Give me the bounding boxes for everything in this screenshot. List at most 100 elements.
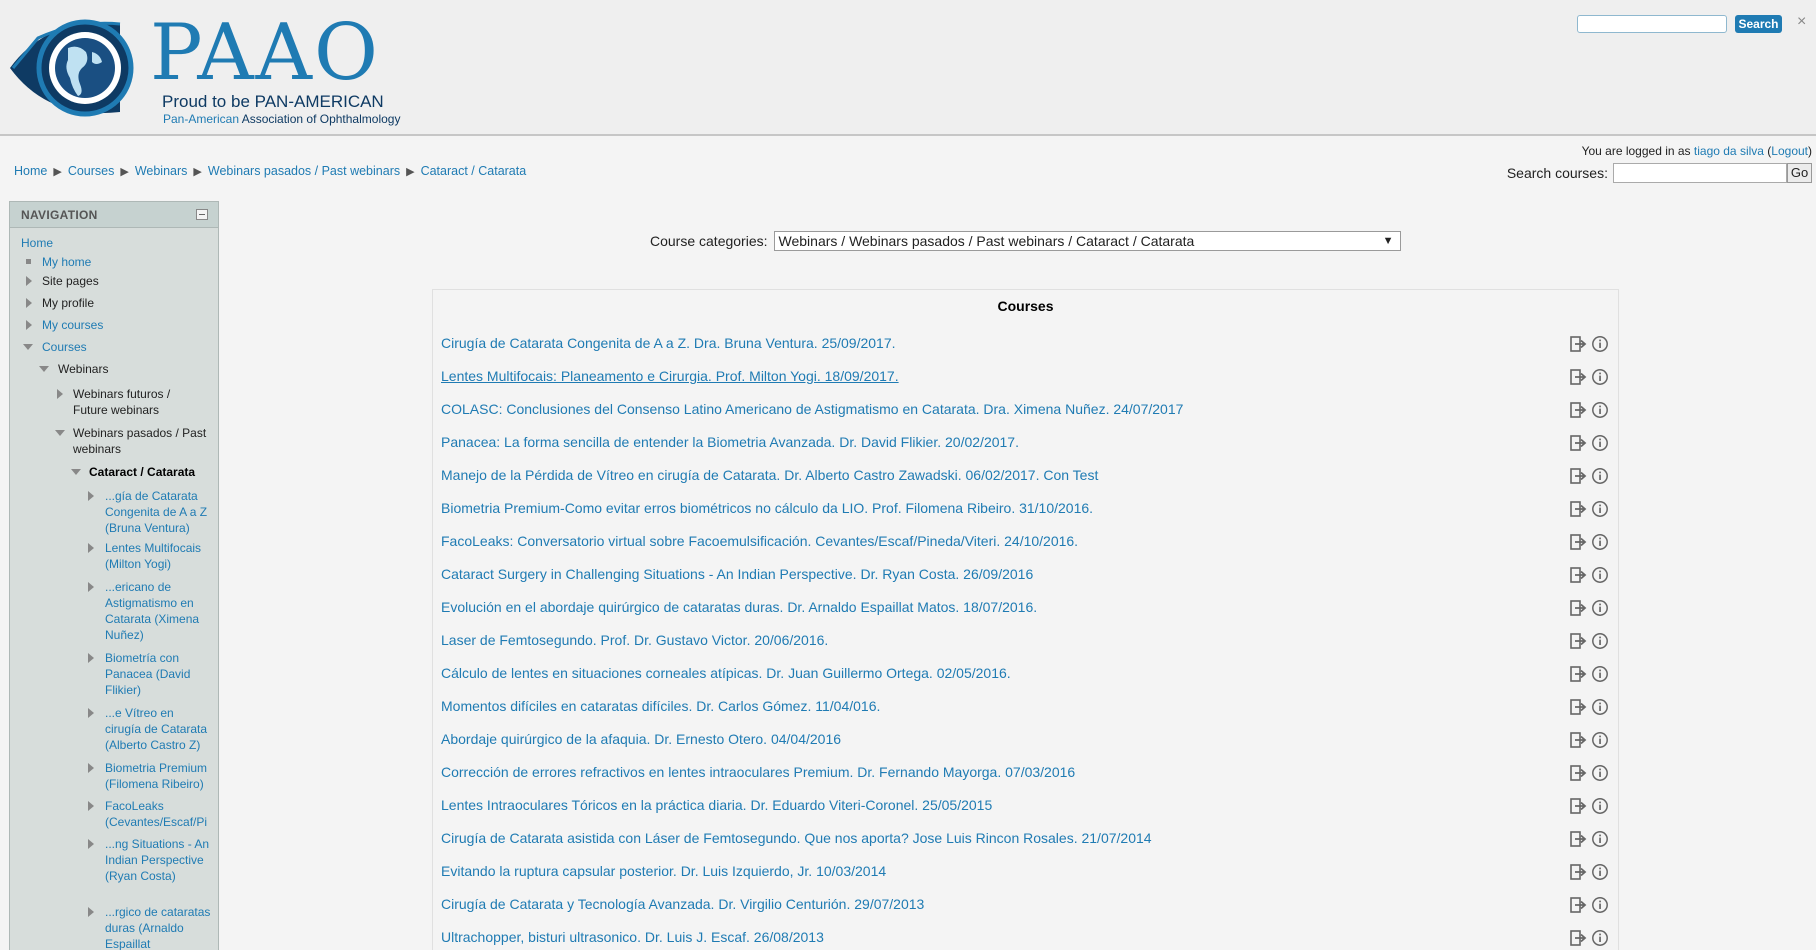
course-link[interactable]: Lentes Multifocais: Planeamento e Cirurg…	[441, 368, 899, 384]
course-link[interactable]: Cataract Surgery in Challenging Situatio…	[441, 566, 1033, 582]
breadcrumb-cataract[interactable]: Cataract / Catarata	[421, 164, 527, 178]
close-icon[interactable]: ×	[1797, 13, 1806, 31]
course-link[interactable]: Biometria Premium-Como evitar erros biom…	[441, 500, 1093, 516]
course-link[interactable]: Laser de Femtosegundo. Prof. Dr. Gustavo…	[441, 632, 828, 648]
nav-course-link[interactable]: ...gía de Catarata Congenita de A a Z (B…	[105, 489, 207, 535]
enrol-icon[interactable]	[1569, 368, 1587, 386]
enrol-icon[interactable]	[1569, 500, 1587, 518]
enrol-icon[interactable]	[1569, 533, 1587, 551]
nav-past-webinars[interactable]: Webinars pasados / Past webinars	[73, 425, 213, 457]
nav-course-item[interactable]: ...rgico de cataratas duras (Arnaldo Esp…	[105, 904, 215, 950]
nav-my-home[interactable]: My home	[42, 254, 91, 270]
course-link[interactable]: Abordaje quirúrgico de la afaquia. Dr. E…	[441, 731, 841, 747]
nav-course-item[interactable]: Biometría con Panacea (David Flikier)	[105, 650, 211, 698]
expand-arrow-icon[interactable]	[88, 491, 94, 501]
info-icon[interactable]	[1591, 797, 1609, 815]
info-icon[interactable]	[1591, 533, 1609, 551]
info-icon[interactable]	[1591, 764, 1609, 782]
nav-webinars[interactable]: Webinars	[58, 361, 108, 377]
course-link[interactable]: Cálculo de lentes en situaciones corneal…	[441, 665, 1011, 681]
nav-course-link[interactable]: ...ng Situations - An Indian Perspective…	[105, 837, 209, 883]
nav-cataract-label[interactable]: Cataract / Catarata	[89, 465, 195, 479]
info-icon[interactable]	[1591, 863, 1609, 881]
nav-cataract[interactable]: Cataract / Catarata	[89, 464, 195, 480]
header-search-button[interactable]: Search	[1735, 15, 1782, 33]
header-search-input[interactable]	[1577, 15, 1727, 33]
nav-my-courses[interactable]: My courses	[42, 317, 103, 333]
expand-arrow-icon[interactable]	[88, 653, 94, 663]
expand-arrow-icon[interactable]	[26, 276, 32, 286]
expand-arrow-icon[interactable]	[88, 708, 94, 718]
nav-courses-link[interactable]: Courses	[42, 340, 87, 354]
enrol-icon[interactable]	[1569, 797, 1587, 815]
nav-my-home-link[interactable]: My home	[42, 255, 91, 269]
nav-my-profile-label[interactable]: My profile	[42, 296, 94, 310]
nav-course-item[interactable]: Lentes Multifocais (Milton Yogi)	[105, 540, 211, 572]
breadcrumb-webinars[interactable]: Webinars	[135, 164, 188, 178]
nav-course-item[interactable]: ...gía de Catarata Congenita de A a Z (B…	[105, 488, 211, 536]
nav-future-webinars[interactable]: Webinars futuros / Future webinars	[73, 386, 203, 418]
enrol-icon[interactable]	[1569, 731, 1587, 749]
enrol-icon[interactable]	[1569, 632, 1587, 650]
course-link[interactable]: Manejo de la Pérdida de Vítreo en cirugí…	[441, 467, 1098, 483]
nav-course-item[interactable]: FacoLeaks (Cevantes/Escaf/Pi	[105, 798, 215, 830]
enrol-icon[interactable]	[1569, 434, 1587, 452]
expand-arrow-icon[interactable]	[88, 907, 94, 917]
info-icon[interactable]	[1591, 830, 1609, 848]
enrol-icon[interactable]	[1569, 665, 1587, 683]
breadcrumb-past-webinars[interactable]: Webinars pasados / Past webinars	[208, 164, 400, 178]
info-icon[interactable]	[1591, 698, 1609, 716]
nav-past-webinars-label[interactable]: Webinars pasados / Past webinars	[73, 426, 206, 456]
expand-arrow-icon[interactable]	[26, 298, 32, 308]
expand-arrow-icon[interactable]	[88, 763, 94, 773]
nav-my-profile[interactable]: My profile	[42, 295, 94, 311]
info-icon[interactable]	[1591, 401, 1609, 419]
nav-webinars-label[interactable]: Webinars	[58, 362, 108, 376]
info-icon[interactable]	[1591, 632, 1609, 650]
enrol-icon[interactable]	[1569, 698, 1587, 716]
info-icon[interactable]	[1591, 500, 1609, 518]
info-icon[interactable]	[1591, 434, 1609, 452]
nav-course-link[interactable]: FacoLeaks (Cevantes/Escaf/Pi	[105, 799, 207, 829]
course-categories-select[interactable]: Webinars / Webinars pasados / Past webin…	[773, 231, 1401, 251]
expand-arrow-icon[interactable]	[26, 320, 32, 330]
enrol-icon[interactable]	[1569, 896, 1587, 914]
nav-course-link[interactable]: ...ericano de Astigmatismo en Catarata (…	[105, 580, 199, 642]
course-link[interactable]: Ultrachopper, bisturi ultrasonico. Dr. L…	[441, 929, 824, 945]
nav-courses[interactable]: Courses	[42, 339, 87, 355]
enrol-icon[interactable]	[1569, 467, 1587, 485]
enrol-icon[interactable]	[1569, 599, 1587, 617]
nav-home-link[interactable]: Home	[21, 236, 53, 250]
expand-arrow-icon[interactable]	[88, 543, 94, 553]
nav-course-item[interactable]: ...ericano de Astigmatismo en Catarata (…	[105, 579, 211, 643]
course-link[interactable]: Lentes Intraoculares Tóricos en la práct…	[441, 797, 992, 813]
collapse-arrow-icon[interactable]	[39, 366, 49, 372]
user-profile-link[interactable]: tiago da silva	[1694, 144, 1764, 158]
nav-my-courses-link[interactable]: My courses	[42, 318, 103, 332]
info-icon[interactable]	[1591, 566, 1609, 584]
nav-course-item[interactable]: Biometria Premium (Filomena Ribeiro)	[105, 760, 215, 792]
expand-arrow-icon[interactable]	[88, 582, 94, 592]
breadcrumb-courses[interactable]: Courses	[68, 164, 115, 178]
course-link[interactable]: Evitando la ruptura capsular posterior. …	[441, 863, 886, 879]
course-link[interactable]: Cirugía de Catarata asistida con Láser d…	[441, 830, 1152, 846]
enrol-icon[interactable]	[1569, 401, 1587, 419]
collapse-arrow-icon[interactable]	[71, 469, 81, 475]
nav-course-item[interactable]: ...e Vítreo en cirugía de Catarata (Albe…	[105, 705, 211, 753]
nav-home[interactable]: Home	[21, 235, 53, 251]
enrol-icon[interactable]	[1569, 764, 1587, 782]
course-link[interactable]: FacoLeaks: Conversatorio virtual sobre F…	[441, 533, 1078, 549]
logout-link[interactable]: Logout	[1771, 144, 1808, 158]
enrol-icon[interactable]	[1569, 863, 1587, 881]
info-icon[interactable]	[1591, 731, 1609, 749]
info-icon[interactable]	[1591, 599, 1609, 617]
expand-arrow-icon[interactable]	[57, 389, 63, 399]
info-icon[interactable]	[1591, 896, 1609, 914]
nav-site-pages-label[interactable]: Site pages	[42, 274, 99, 288]
enrol-icon[interactable]	[1569, 335, 1587, 353]
nav-site-pages[interactable]: Site pages	[42, 273, 99, 289]
collapse-arrow-icon[interactable]	[55, 430, 65, 436]
nav-course-link[interactable]: Lentes Multifocais (Milton Yogi)	[105, 541, 201, 571]
expand-arrow-icon[interactable]	[88, 801, 94, 811]
course-link[interactable]: Corrección de errores refractivos en len…	[441, 764, 1075, 780]
